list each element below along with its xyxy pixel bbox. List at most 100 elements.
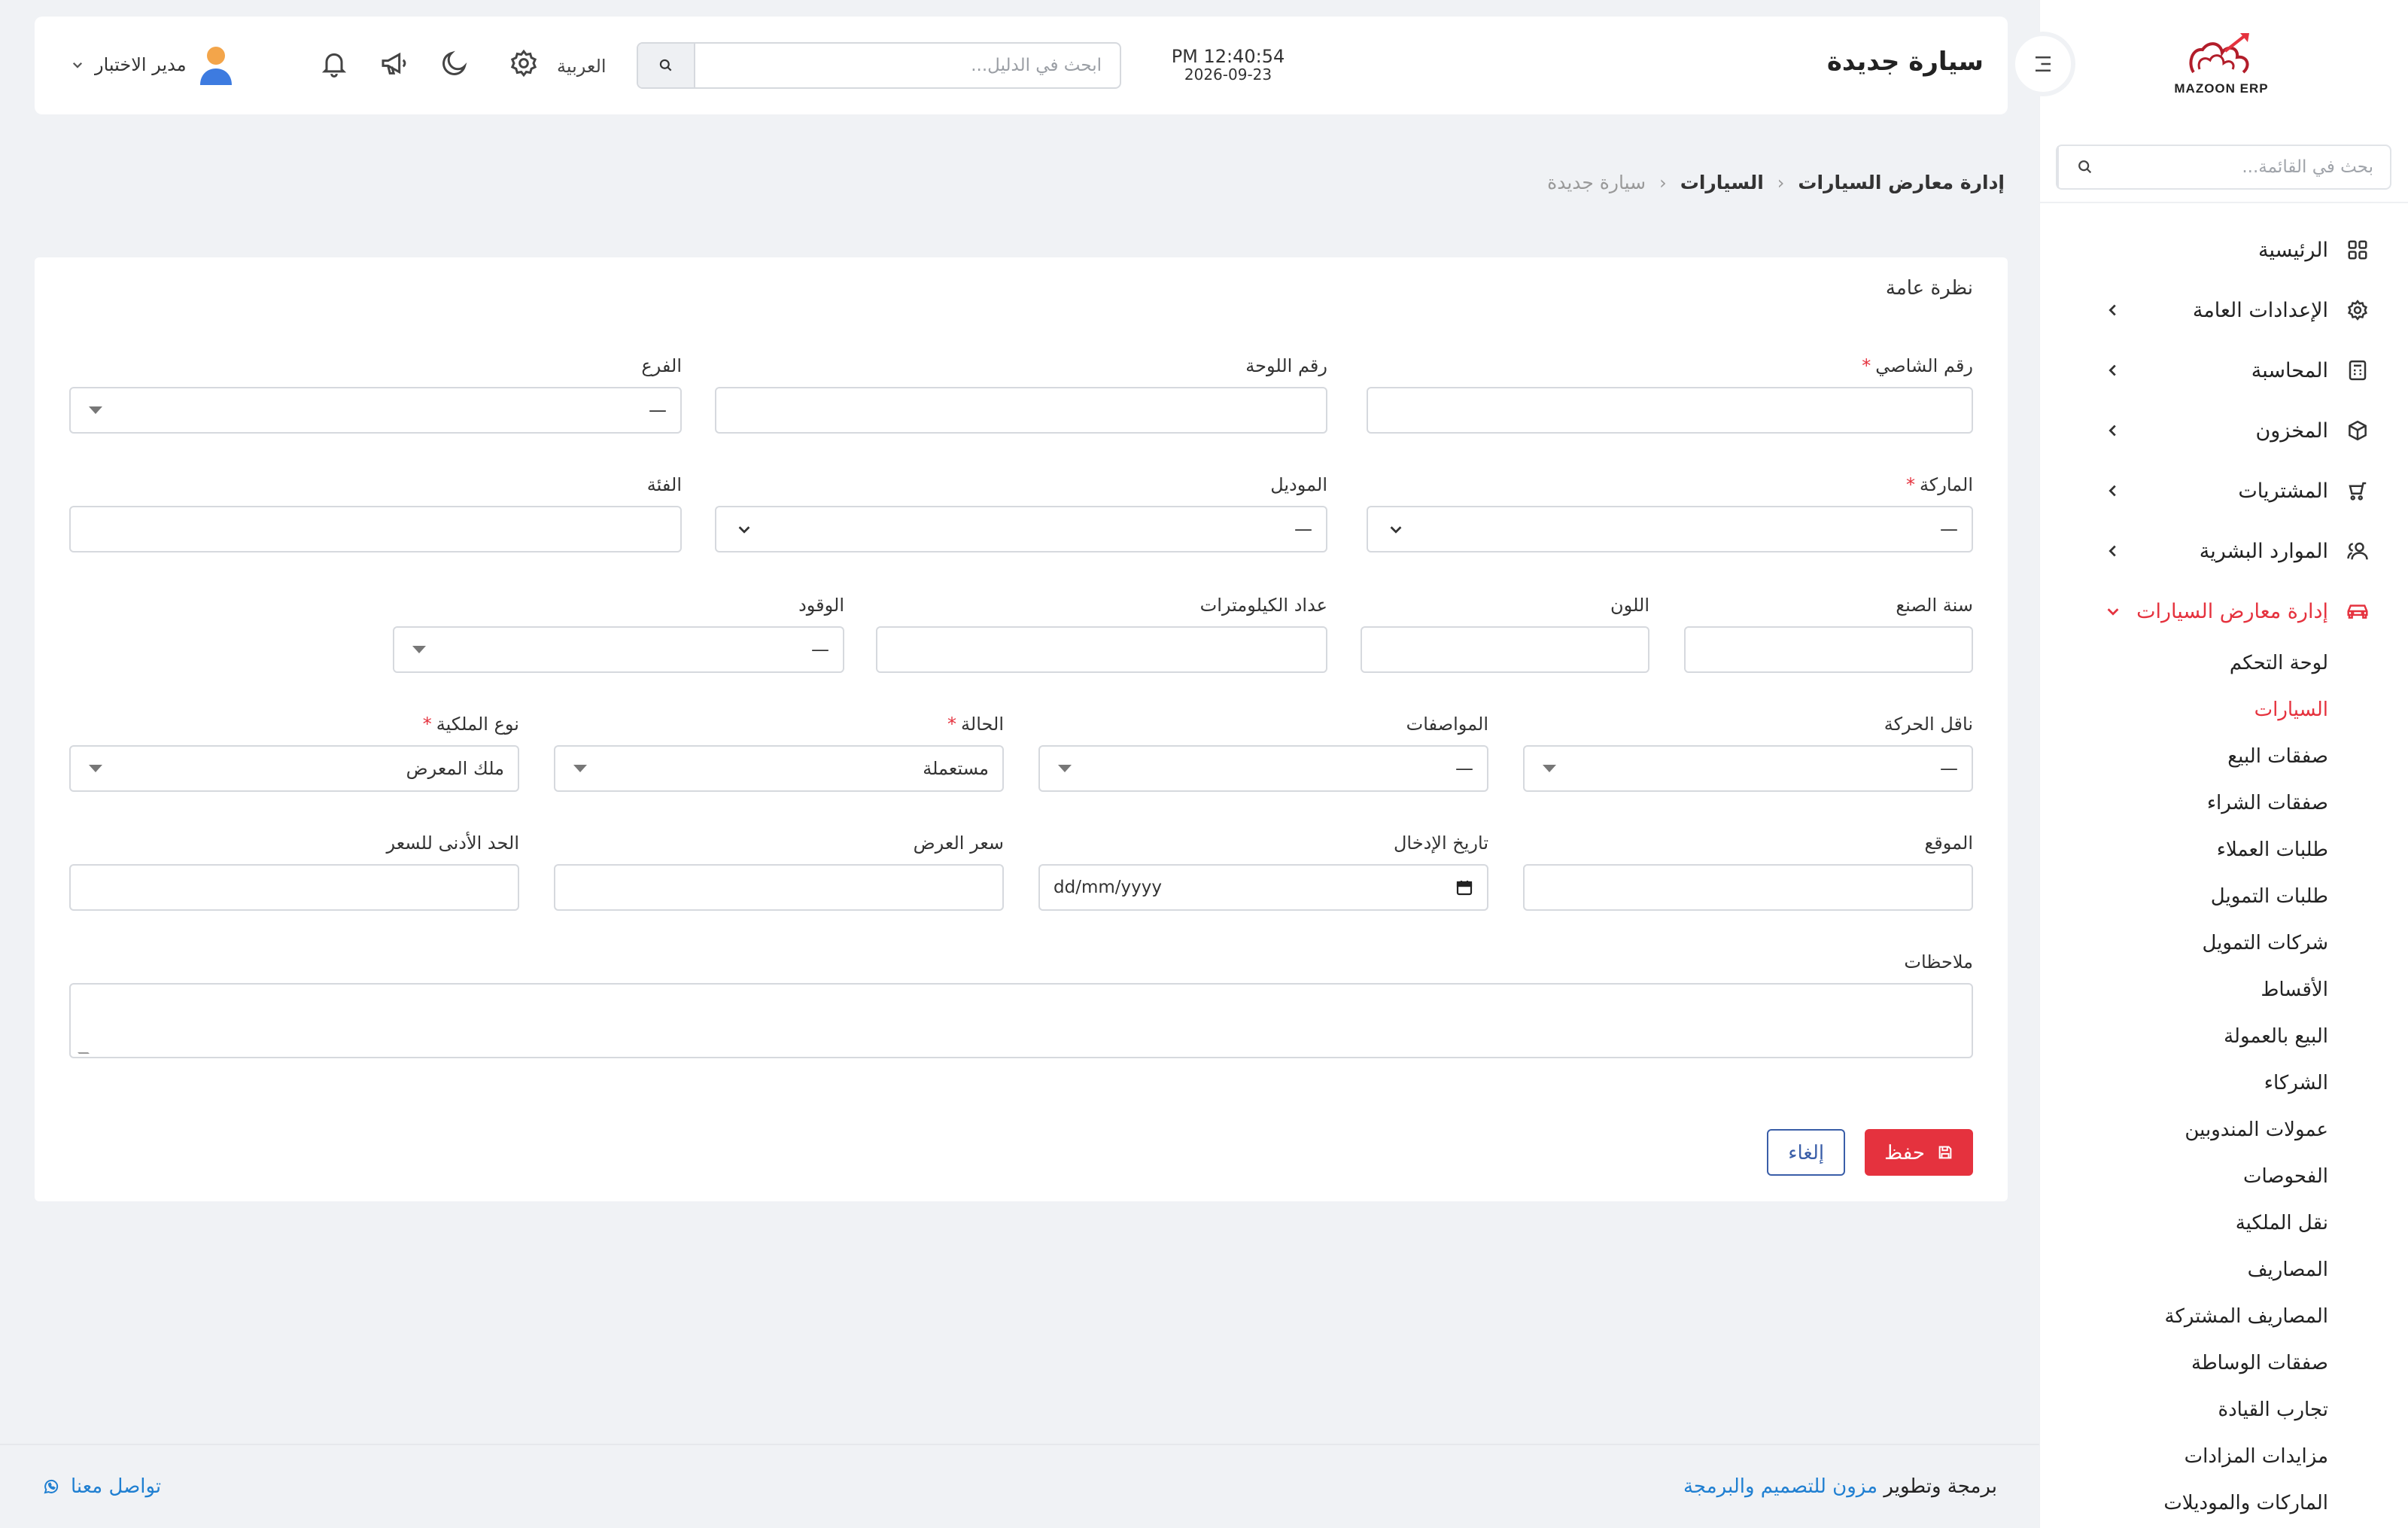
transmission-field: ناقل الحركة —: [1523, 714, 1973, 792]
users-icon: [2345, 538, 2370, 564]
resize-handle[interactable]: [68, 1043, 90, 1054]
color-input[interactable]: [1361, 626, 1649, 673]
sidebar-toggle-button[interactable]: [2011, 32, 2075, 96]
field-label: ملاحظات: [1904, 951, 1973, 973]
submenu-item-test-drives[interactable]: تجارب القيادة: [2040, 1386, 2408, 1433]
save-icon: [1938, 1146, 1952, 1159]
submenu-item-inspections[interactable]: الفحوصات: [2040, 1153, 2408, 1200]
submenu-item-expenses[interactable]: المصاريف: [2040, 1246, 2408, 1293]
field-label: نوع الملكية*: [422, 714, 519, 735]
avatar: [199, 47, 232, 85]
sidebar-item-settings[interactable]: الإعدادات العامة: [2040, 280, 2408, 340]
submenu-item-brands-models[interactable]: الماركات والموديلات: [2040, 1480, 2408, 1526]
search-icon[interactable]: [2057, 146, 2112, 188]
field-label: ناقل الحركة: [1884, 714, 1973, 735]
sidebar-item-accounting[interactable]: المحاسبة: [2040, 340, 2408, 400]
breadcrumb-separator: ‹: [1777, 172, 1785, 193]
min-price-input[interactable]: [69, 864, 519, 911]
page-title: سيارة جديدة: [1826, 47, 1984, 77]
submenu-item-brokerage[interactable]: صفقات الوساطة: [2040, 1340, 2408, 1386]
calendar-icon[interactable]: [1455, 878, 1473, 896]
field-label: رقم الشاصي*: [1862, 355, 1973, 376]
search-button[interactable]: [638, 44, 695, 87]
submenu-item-auctions[interactable]: مزايدات المزادات: [2040, 1433, 2408, 1480]
bell-icon[interactable]: [318, 47, 351, 80]
field-label: سعر العرض: [913, 832, 1004, 854]
sidebar-item-purchases[interactable]: المشتريات: [2040, 461, 2408, 521]
caret-down-icon: [89, 765, 102, 772]
notes-textarea[interactable]: [68, 983, 1973, 1058]
save-label: حفظ: [1884, 1140, 1925, 1164]
ownership-field: نوع الملكية* ملك المعرض: [69, 714, 519, 792]
clock-time: PM 12:40:54: [1171, 46, 1285, 67]
megaphone-icon[interactable]: [378, 47, 411, 80]
condition-select[interactable]: مستعملة: [554, 745, 1004, 792]
top-header: سيارة جديدة PM 12:40:54 2026-09-23 العرب…: [35, 17, 2008, 114]
submenu-item-ownership-transfer[interactable]: نقل الملكية: [2040, 1200, 2408, 1246]
cancel-button[interactable]: إلغاء: [1767, 1129, 1846, 1176]
submenu-item-shared-expenses[interactable]: المصاريف المشتركة: [2040, 1293, 2408, 1340]
caret-down-icon: [1058, 765, 1072, 772]
breadcrumb-item-cars[interactable]: السيارات: [1680, 172, 1764, 193]
submenu-item-commissions[interactable]: عمولات المندوبين: [2040, 1106, 2408, 1153]
caret-down-icon: [573, 765, 587, 772]
sidebar-item-hr[interactable]: الموارد البشرية: [2040, 521, 2408, 581]
submenu-item-installments[interactable]: الأقساط: [2040, 966, 2408, 1013]
sidebar: MAZOON ERP الرئيسية الإعدادات العامة الم…: [2039, 0, 2408, 1528]
sidebar-item-label: المخزون: [2255, 419, 2328, 443]
condition-field: الحالة* مستعملة: [554, 714, 1004, 792]
model-select[interactable]: —: [715, 506, 1327, 552]
sidebar-item-inventory[interactable]: المخزون: [2040, 400, 2408, 461]
submenu-item-consignment[interactable]: البيع بالعمولة: [2040, 1013, 2408, 1060]
gear-icon: [2345, 297, 2370, 323]
submenu-item-finance-companies[interactable]: شركات التمويل: [2040, 920, 2408, 966]
footer-company-link[interactable]: مزون للتصميم والبرمجة: [1683, 1475, 1877, 1498]
sidebar-item-home[interactable]: الرئيسية: [2040, 220, 2408, 280]
specs-field: المواصفات —: [1038, 714, 1488, 792]
save-button[interactable]: حفظ: [1865, 1129, 1973, 1176]
user-menu[interactable]: مدير الاختبار: [71, 44, 235, 85]
entry-date-input[interactable]: dd/mm/yyyy: [1038, 864, 1488, 911]
sidebar-item-label: الإعدادات العامة: [2192, 298, 2328, 322]
header-search[interactable]: [637, 42, 1121, 89]
sidebar-search-input[interactable]: [2112, 146, 2390, 188]
submenu-item-dashboard[interactable]: لوحة التحكم: [2040, 640, 2408, 686]
submenu-item-finance-requests[interactable]: طلبات التمويل: [2040, 873, 2408, 920]
breadcrumb-item-showrooms[interactable]: إدارة معارض السيارات: [1798, 172, 2005, 193]
gear-icon[interactable]: [507, 47, 540, 80]
odometer-input[interactable]: [876, 626, 1327, 673]
year-input[interactable]: [1684, 626, 1973, 673]
field-label: اللون: [1610, 595, 1649, 616]
location-input[interactable]: [1523, 864, 1973, 911]
form-actions: حفظ إلغاء: [1767, 1129, 1973, 1176]
field-label: عداد الكيلومترات: [1199, 595, 1327, 616]
specs-select[interactable]: —: [1038, 745, 1488, 792]
entry-date-field: تاريخ الإدخال dd/mm/yyyy: [1038, 832, 1488, 911]
brand-select[interactable]: —: [1367, 506, 1973, 552]
sidebar-search[interactable]: [2056, 145, 2391, 190]
brand-field: الماركة* —: [1367, 474, 1973, 552]
sidebar-item-car-showrooms[interactable]: إدارة معارض السيارات: [2040, 581, 2408, 641]
category-input[interactable]: [69, 506, 682, 552]
language-switch[interactable]: العربية: [557, 56, 607, 77]
price-input[interactable]: [554, 864, 1004, 911]
sidebar-menu: الرئيسية الإعدادات العامة المحاسبة المخز…: [2040, 220, 2408, 1526]
fuel-select[interactable]: —: [393, 626, 844, 673]
ownership-select[interactable]: ملك المعرض: [69, 745, 519, 792]
header-search-input[interactable]: [695, 44, 1120, 87]
submenu-item-cars[interactable]: السيارات: [2040, 686, 2408, 733]
branch-select[interactable]: —: [69, 387, 682, 434]
submenu-item-sales[interactable]: صفقات البيع: [2040, 733, 2408, 780]
submenu-item-purchases[interactable]: صفقات الشراء: [2040, 780, 2408, 826]
submenu-item-customer-requests[interactable]: طلبات العملاء: [2040, 826, 2408, 873]
breadcrumb: إدارة معارض السيارات ‹ السيارات ‹ سيارة …: [1547, 172, 2005, 193]
submenu-item-partners[interactable]: الشركاء: [2040, 1060, 2408, 1106]
logo-mark-icon: [2189, 33, 2249, 74]
moon-icon[interactable]: [438, 47, 471, 80]
contact-link[interactable]: تواصل معنا: [42, 1475, 161, 1498]
transmission-select[interactable]: —: [1523, 745, 1973, 792]
plate-input[interactable]: [715, 387, 1327, 434]
sidebar-item-label: الموارد البشرية: [2199, 539, 2328, 563]
field-label: رقم اللوحة: [1245, 355, 1327, 376]
chassis-input[interactable]: [1367, 387, 1973, 434]
